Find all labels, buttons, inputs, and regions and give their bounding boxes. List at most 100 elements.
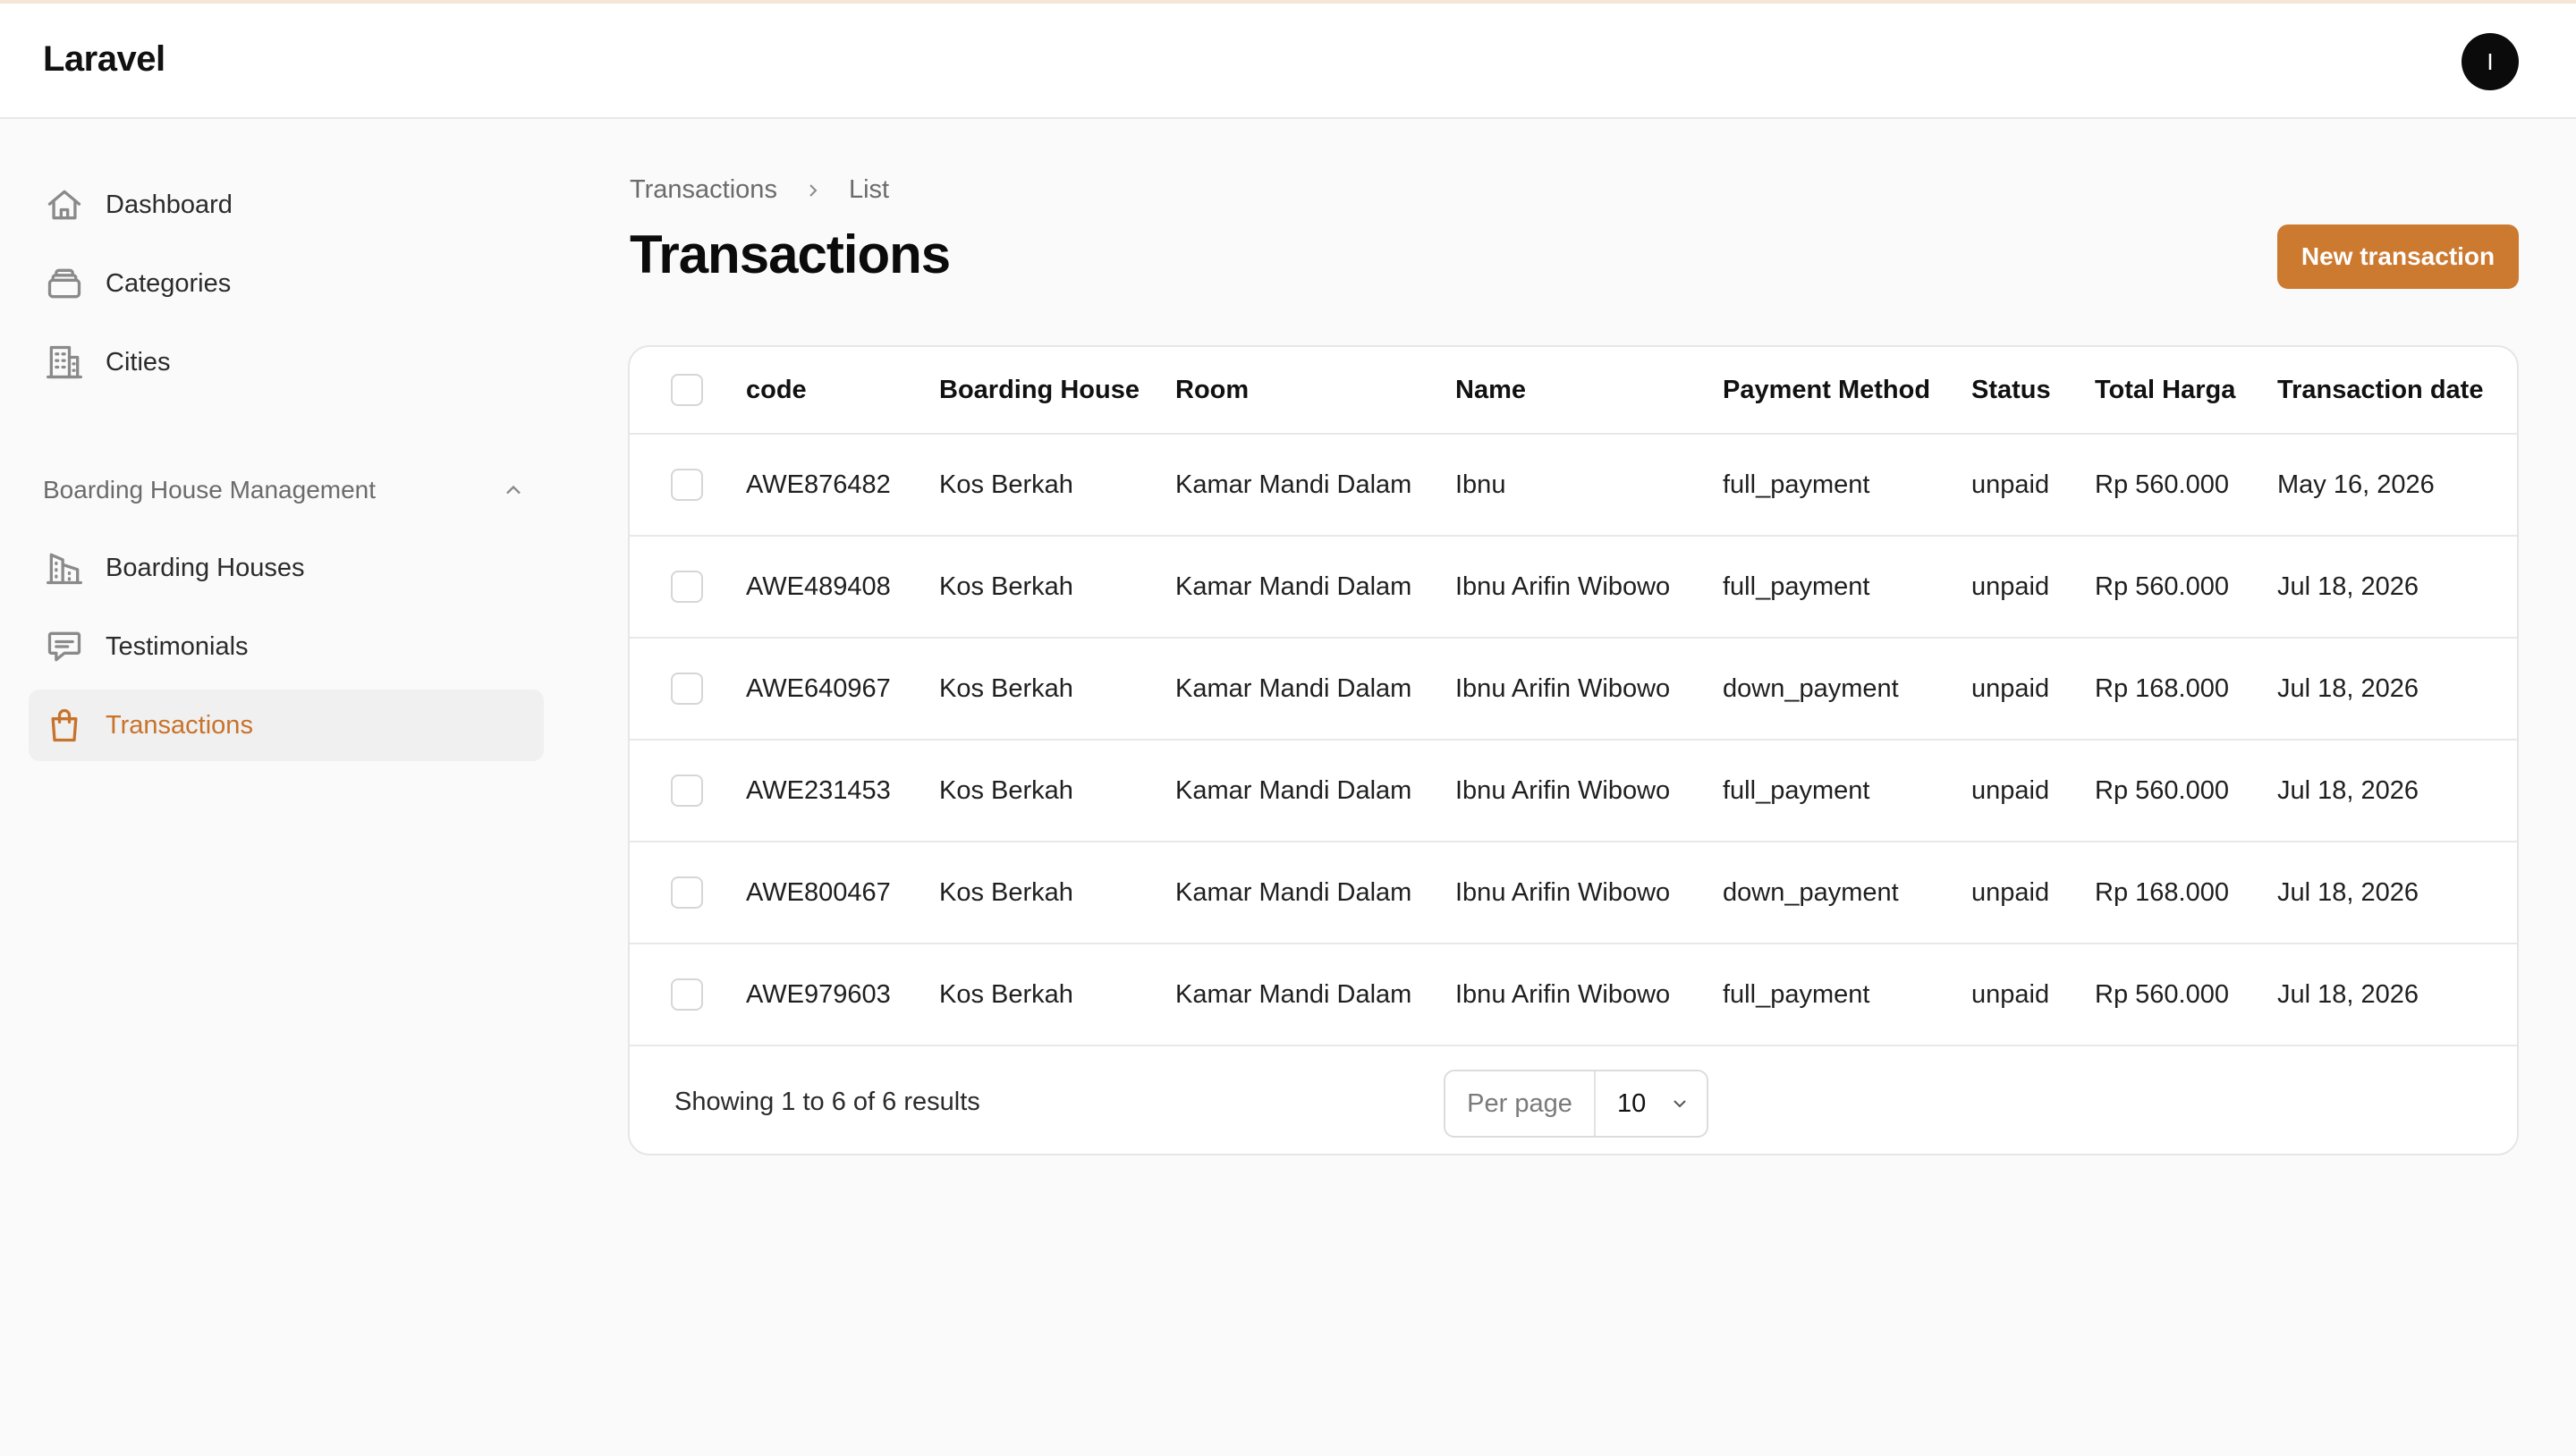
row-checkbox[interactable] xyxy=(671,775,703,807)
cell-payment-method: down_payment xyxy=(1723,877,1899,907)
cell-date: Jul 18, 2026 xyxy=(2277,775,2419,805)
sidebar-item-label: Transactions xyxy=(106,710,253,740)
cell-room: Kamar Mandi Dalam xyxy=(1175,979,1412,1009)
sidebar-item-transactions[interactable]: Transactions xyxy=(29,690,544,761)
chat-icon xyxy=(45,627,84,666)
table-row[interactable]: AWE979603 Kos Berkah Kamar Mandi Dalam I… xyxy=(630,944,2517,1046)
select-all-checkbox[interactable] xyxy=(671,374,703,406)
chevron-right-icon xyxy=(802,180,824,201)
per-page-label: Per page xyxy=(1445,1071,1596,1136)
table-footer: Showing 1 to 6 of 6 results Per page 10 xyxy=(630,1048,2517,1154)
cell-room: Kamar Mandi Dalam xyxy=(1175,877,1412,907)
row-checkbox[interactable] xyxy=(671,673,703,705)
table-row[interactable]: AWE640967 Kos Berkah Kamar Mandi Dalam I… xyxy=(630,639,2517,741)
cell-name: Ibnu xyxy=(1455,470,1506,499)
building-office-icon xyxy=(45,548,84,588)
cell-boarding-house: Kos Berkah xyxy=(939,979,1073,1009)
cell-boarding-house: Kos Berkah xyxy=(939,775,1073,805)
cell-name: Ibnu Arifin Wibowo xyxy=(1455,775,1671,805)
sidebar-item-boarding-houses[interactable]: Boarding Houses xyxy=(29,532,544,604)
sidebar-group-toggle[interactable]: Boarding House Management xyxy=(43,468,526,512)
row-checkbox[interactable] xyxy=(671,876,703,909)
row-checkbox[interactable] xyxy=(671,978,703,1011)
sidebar-group-label: Boarding House Management xyxy=(43,476,377,504)
user-avatar[interactable]: I xyxy=(2462,33,2519,90)
column-header-room[interactable]: Room xyxy=(1175,347,1249,433)
cell-room: Kamar Mandi Dalam xyxy=(1175,775,1412,805)
cell-code: AWE979603 xyxy=(746,979,891,1009)
table-row[interactable]: AWE231453 Kos Berkah Kamar Mandi Dalam I… xyxy=(630,741,2517,842)
cell-room: Kamar Mandi Dalam xyxy=(1175,571,1412,601)
cell-status: unpaid xyxy=(1971,571,2050,601)
building-icon xyxy=(45,343,84,382)
shopping-bag-icon xyxy=(45,706,84,745)
table-row[interactable]: AWE489408 Kos Berkah Kamar Mandi Dalam I… xyxy=(630,537,2517,639)
table-row[interactable]: AWE800467 Kos Berkah Kamar Mandi Dalam I… xyxy=(630,842,2517,944)
cell-payment-method: full_payment xyxy=(1723,571,1870,601)
sidebar-item-categories[interactable]: Categories xyxy=(29,248,544,319)
pagination-summary: Showing 1 to 6 of 6 results xyxy=(674,1087,980,1116)
cell-date: Jul 18, 2026 xyxy=(2277,571,2419,601)
cell-total: Rp 168.000 xyxy=(2095,877,2229,907)
per-page-value[interactable]: 10 xyxy=(1596,1089,1707,1119)
cell-status: unpaid xyxy=(1971,877,2050,907)
cell-boarding-house: Kos Berkah xyxy=(939,673,1073,703)
row-checkbox[interactable] xyxy=(671,469,703,501)
cell-status: unpaid xyxy=(1971,979,2050,1009)
cell-total: Rp 168.000 xyxy=(2095,673,2229,703)
table-row[interactable]: AWE876482 Kos Berkah Kamar Mandi Dalam I… xyxy=(630,435,2517,537)
top-bar: Laravel I xyxy=(0,4,2576,119)
cell-status: unpaid xyxy=(1971,673,2050,703)
cell-total: Rp 560.000 xyxy=(2095,775,2229,805)
column-header-boarding-house[interactable]: Boarding House xyxy=(939,347,1140,433)
cell-name: Ibnu Arifin Wibowo xyxy=(1455,571,1671,601)
sidebar-item-testimonials[interactable]: Testimonials xyxy=(29,611,544,682)
cell-date: Jul 18, 2026 xyxy=(2277,979,2419,1009)
breadcrumb-root-link[interactable]: Transactions xyxy=(630,175,777,205)
cell-date: Jul 18, 2026 xyxy=(2277,877,2419,907)
chevron-down-icon xyxy=(1674,1100,1686,1108)
sidebar-item-label: Categories xyxy=(106,268,232,298)
cell-payment-method: down_payment xyxy=(1723,673,1899,703)
cell-room: Kamar Mandi Dalam xyxy=(1175,470,1412,499)
cell-status: unpaid xyxy=(1971,470,2050,499)
transactions-table-card: code Boarding House Room Name Payment Me… xyxy=(628,345,2519,1155)
row-checkbox[interactable] xyxy=(671,571,703,603)
column-header-total-harga[interactable]: Total Harga xyxy=(2095,347,2235,433)
sidebar-item-label: Boarding Houses xyxy=(106,553,305,582)
sidebar-item-label: Testimonials xyxy=(106,631,249,661)
cell-code: AWE640967 xyxy=(746,673,891,703)
cell-code: AWE800467 xyxy=(746,877,891,907)
cell-code: AWE489408 xyxy=(746,571,891,601)
sidebar-item-cities[interactable]: Cities xyxy=(29,326,544,398)
stack-icon xyxy=(45,264,84,303)
column-header-name[interactable]: Name xyxy=(1455,347,1526,433)
page-title: Transactions xyxy=(630,224,951,284)
cell-total: Rp 560.000 xyxy=(2095,979,2229,1009)
cell-date: May 16, 2026 xyxy=(2277,470,2435,499)
home-icon xyxy=(45,185,84,224)
cell-code: AWE231453 xyxy=(746,775,891,805)
cell-boarding-house: Kos Berkah xyxy=(939,877,1073,907)
cell-date: Jul 18, 2026 xyxy=(2277,673,2419,703)
per-page-selected: 10 xyxy=(1617,1088,1647,1118)
cell-name: Ibnu Arifin Wibowo xyxy=(1455,979,1671,1009)
sidebar-item-label: Dashboard xyxy=(106,190,233,219)
sidebar-item-dashboard[interactable]: Dashboard xyxy=(29,169,544,241)
brand-logo[interactable]: Laravel xyxy=(43,39,165,80)
column-header-transaction-date[interactable]: Transaction date xyxy=(2277,347,2483,433)
cell-room: Kamar Mandi Dalam xyxy=(1175,673,1412,703)
cell-boarding-house: Kos Berkah xyxy=(939,571,1073,601)
column-header-code[interactable]: code xyxy=(746,347,807,433)
cell-payment-method: full_payment xyxy=(1723,979,1870,1009)
cell-code: AWE876482 xyxy=(746,470,891,499)
breadcrumb: Transactions List xyxy=(630,175,889,205)
cell-boarding-house: Kos Berkah xyxy=(939,470,1073,499)
column-header-status[interactable]: Status xyxy=(1971,347,2051,433)
new-transaction-button[interactable]: New transaction xyxy=(2277,224,2519,289)
column-header-payment-method[interactable]: Payment Method xyxy=(1723,347,1930,433)
per-page-select[interactable]: Per page 10 xyxy=(1444,1070,1708,1138)
sidebar-item-label: Cities xyxy=(106,347,171,377)
cell-name: Ibnu Arifin Wibowo xyxy=(1455,673,1671,703)
cell-payment-method: full_payment xyxy=(1723,775,1870,805)
